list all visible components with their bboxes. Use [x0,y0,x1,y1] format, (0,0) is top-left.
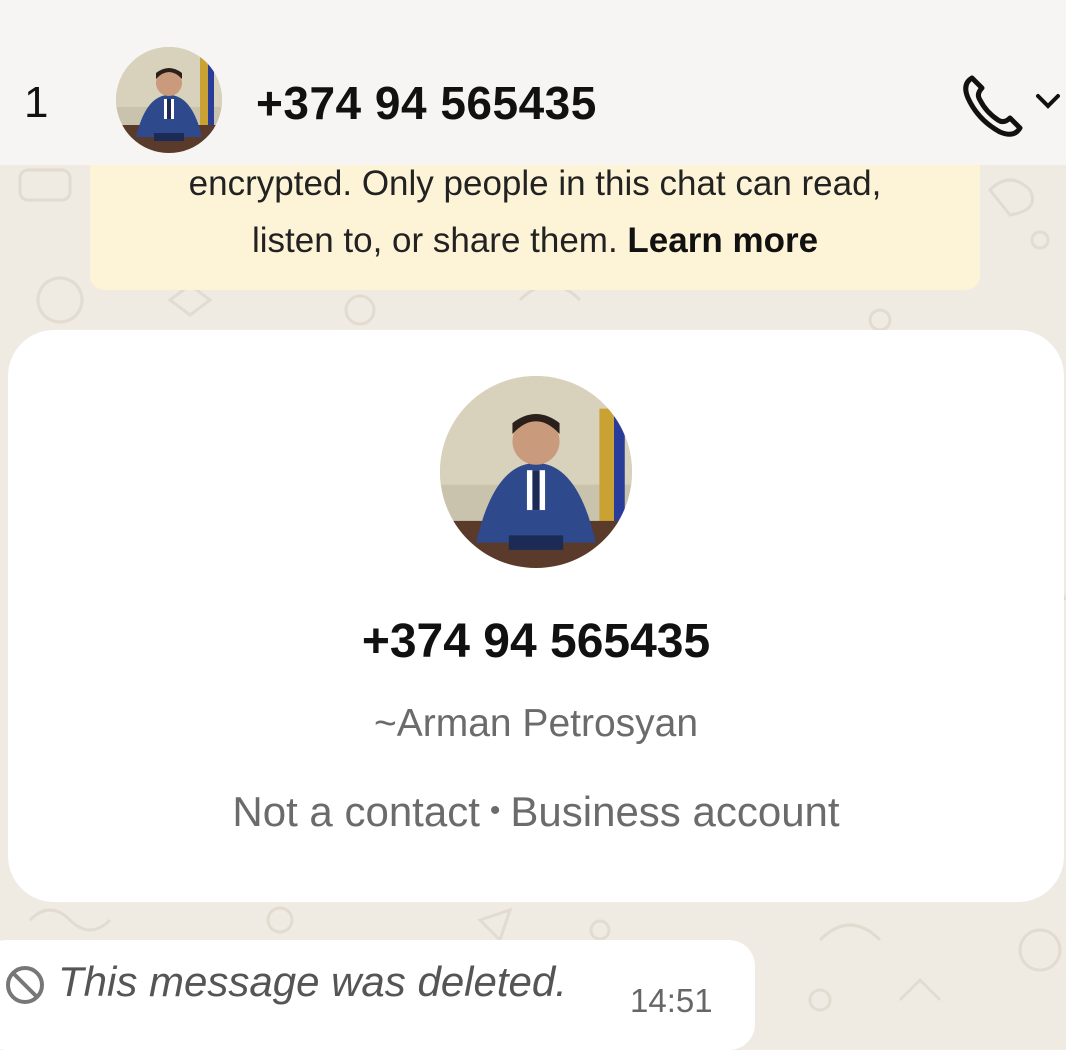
header-avatar[interactable] [116,47,222,153]
status-separator: • [489,793,501,827]
contact-avatar[interactable] [440,376,632,568]
encryption-notice-line2: listen to, or share them. [251,221,618,260]
profile-photo-icon [116,47,222,153]
chevron-down-icon [1036,94,1060,109]
phone-icon [963,75,1023,137]
ban-icon [6,966,44,1004]
deleted-message-bubble[interactable]: This message was deleted. 14:51 [0,940,755,1050]
contact-info-card[interactable]: +374 94 565435 ~Arman Petrosyan Not a co… [8,330,1064,902]
contact-status-line: Not a contact • Business account [8,788,1064,836]
deleted-message-text: This message was deleted. [58,958,567,1005]
message-timestamp: 14:51 [630,982,713,1019]
contact-phone-number: +374 94 565435 [361,615,711,668]
chat-header: 1 +374 94 565435 [0,0,1066,165]
encryption-notice-line2-wrap: listen to, or share them. Learn more [90,212,980,269]
voice-call-button[interactable] [958,64,1066,144]
learn-more-link[interactable]: Learn more [627,221,818,260]
profile-photo-icon [440,376,632,568]
contact-push-name: ~Arman Petrosyan [373,702,699,745]
chat-title[interactable]: +374 94 565435 [256,76,597,130]
business-account-label: Business account [510,788,840,835]
back-button-count[interactable]: 1 [24,78,48,128]
not-a-contact-label: Not a contact [232,788,480,835]
